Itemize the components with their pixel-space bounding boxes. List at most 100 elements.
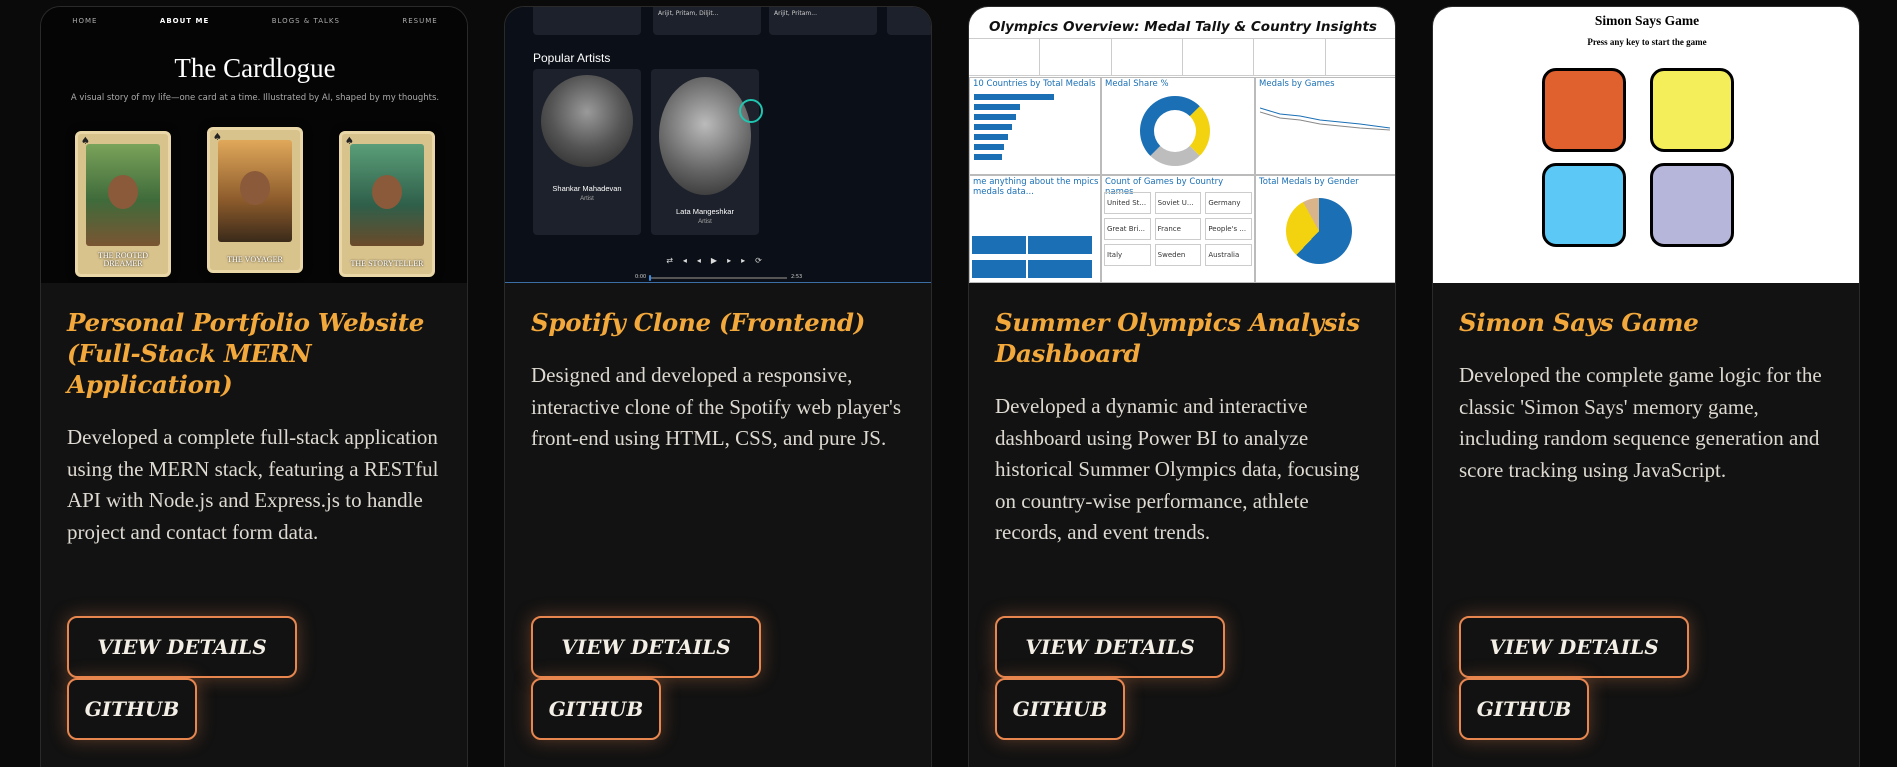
dashboard-panel: Count of Games by Country names United S… (1101, 175, 1255, 283)
tarot-card-label: THE VOYAGER (227, 255, 283, 264)
panel-title: 10 Countries by Total Medals (973, 79, 1096, 89)
qa-button (972, 260, 1026, 278)
card-body: Spotify Clone (Frontend) Designed and de… (531, 307, 911, 455)
dashboard-panel: 10 Countries by Total Medals (969, 77, 1101, 175)
project-card-simon: Simon Says Game Press any key to start t… (1432, 6, 1860, 767)
panel-title: Total Medals by Gender (1259, 177, 1359, 187)
artist-role: Artist (580, 196, 594, 202)
qa-button (1028, 236, 1092, 254)
tarot-card: ♠ THE STORYTELLER (339, 131, 435, 277)
project-description: Developed a complete full-stack applicat… (67, 425, 439, 544)
bar-mark (974, 94, 1054, 100)
preview-nav-item: RESUME (402, 17, 438, 25)
dashboard-panel: Medals by Games (1255, 77, 1395, 175)
cursor-ring-icon (739, 99, 763, 123)
kpi-tile (1112, 39, 1183, 75)
bar-mark (974, 144, 1004, 150)
country-cell: Sweden (1154, 244, 1202, 266)
artist-role: Artist (698, 219, 712, 225)
bar-mark (974, 114, 1016, 120)
dashboard-panel: Total Medals by Gender (1255, 175, 1395, 283)
preview-top-text: Arijit, Pritam, Diljit... (658, 10, 719, 17)
github-button[interactable]: GITHUB (531, 678, 661, 740)
artist-card: Shankar Mahadevan Artist (533, 69, 641, 235)
project-card-portfolio: HOME ABOUT ME BLOGS & TALKS RESUME The C… (40, 6, 468, 767)
github-button[interactable]: GITHUB (1459, 678, 1589, 740)
kpi-tile (1040, 39, 1112, 75)
project-card-spotify: Arijit, Pritam, Diljit... Arijit, Pritam… (504, 6, 932, 767)
bar-mark (974, 134, 1008, 140)
project-title: Simon Says Game (1459, 308, 1699, 337)
preview-nav-item: HOME (72, 17, 98, 25)
project-description: Developed a dynamic and interactive dash… (995, 394, 1360, 544)
simon-red-pad (1542, 68, 1626, 152)
github-button[interactable]: GITHUB (995, 678, 1125, 740)
tarot-card-label: THE ROOTED DREAMER (98, 251, 148, 268)
kpi-tile (1254, 39, 1326, 75)
view-details-button[interactable]: VIEW DETAILS (531, 616, 761, 678)
project-thumbnail: HOME ABOUT ME BLOGS & TALKS RESUME The C… (41, 7, 467, 283)
preview-top-tile (887, 7, 931, 35)
preview-heading: Olympics Overview: Medal Tally & Country… (989, 19, 1377, 35)
preview-top-tile (533, 7, 641, 35)
seek-bar (649, 275, 787, 281)
artist-avatar (541, 75, 633, 167)
line-chart (1260, 107, 1390, 131)
preview-nav-item: BLOGS & TALKS (271, 17, 340, 25)
divider (505, 282, 931, 283)
preview-heading: Simon Says Game (1594, 13, 1700, 28)
preview-section-heading: Popular Artists (533, 51, 611, 65)
card-body: Personal Portfolio Website (Full-Stack M… (67, 307, 447, 548)
preview-subtitle: Press any key to start the game (1587, 37, 1707, 47)
time-end: 2:53 (791, 274, 803, 280)
view-details-button[interactable]: VIEW DETAILS (1459, 616, 1689, 678)
card-illustration (218, 140, 292, 242)
kpi-row (969, 38, 1395, 76)
player-controls-icon: ⇄◂◂▶▸▸⟳ (666, 256, 772, 265)
dashboard-panel: Medal Share % (1101, 77, 1255, 175)
country-cell: Australia (1205, 244, 1252, 266)
country-cell: Germany (1205, 192, 1252, 214)
panel-title: me anything about the mpics medals data.… (973, 177, 1099, 197)
view-details-button[interactable]: VIEW DETAILS (67, 616, 297, 678)
country-cell: People's ... (1205, 218, 1252, 240)
artist-card: Lata Mangeshkar Artist (651, 69, 759, 235)
artist-name: Lata Mangeshkar (676, 207, 734, 216)
kpi-tile (1183, 39, 1255, 75)
preview-top-tile: Arijit, Pritam, Diljit... (653, 7, 761, 35)
country-cell: France (1154, 218, 1202, 240)
kpi-tile (969, 39, 1041, 75)
card-illustration (86, 144, 160, 246)
simon-yellow-pad (1650, 68, 1734, 152)
country-cell: Soviet U... (1154, 192, 1202, 214)
country-grid: United St... Soviet U... Germany Great B… (1104, 192, 1252, 266)
simon-purple-pad (1650, 163, 1734, 247)
panel-title: Medal Share % (1105, 79, 1169, 89)
project-thumbnail: Olympics Overview: Medal Tally & Country… (969, 7, 1395, 283)
project-thumbnail: Arijit, Pritam, Diljit... Arijit, Pritam… (505, 7, 931, 283)
project-thumbnail: Simon Says Game Press any key to start t… (1433, 7, 1859, 283)
preview-nav: HOME ABOUT ME BLOGS & TALKS RESUME (41, 17, 467, 25)
view-details-button[interactable]: VIEW DETAILS (995, 616, 1225, 678)
donut-chart (1140, 96, 1210, 166)
tarot-card: ♠ THE ROOTED DREAMER (75, 131, 171, 277)
project-title: Summer Olympics Analysis Dashboard (995, 308, 1360, 368)
preview-nav-item: ABOUT ME (159, 17, 210, 25)
bar-mark (974, 124, 1012, 130)
simon-blue-pad (1542, 163, 1626, 247)
bar-mark (974, 154, 1002, 160)
preview-top-tile: Arijit, Pritam... (769, 7, 877, 35)
tarot-card-label: THE STORYTELLER (350, 259, 424, 268)
panel-title: Medals by Games (1259, 79, 1335, 89)
preview-heading: The Cardlogue (174, 53, 336, 83)
country-cell: Great Bri... (1104, 218, 1151, 240)
country-cell: United St... (1104, 192, 1151, 214)
pie-chart (1286, 198, 1352, 264)
bar-mark (974, 104, 1020, 110)
artist-name: Shankar Mahadevan (552, 184, 622, 193)
country-cell: Italy (1104, 244, 1151, 266)
kpi-tile (1326, 39, 1395, 75)
card-body: Simon Says Game Developed the complete g… (1459, 307, 1839, 486)
github-button[interactable]: GITHUB (67, 678, 197, 740)
project-card-olympics: Olympics Overview: Medal Tally & Country… (968, 6, 1396, 767)
